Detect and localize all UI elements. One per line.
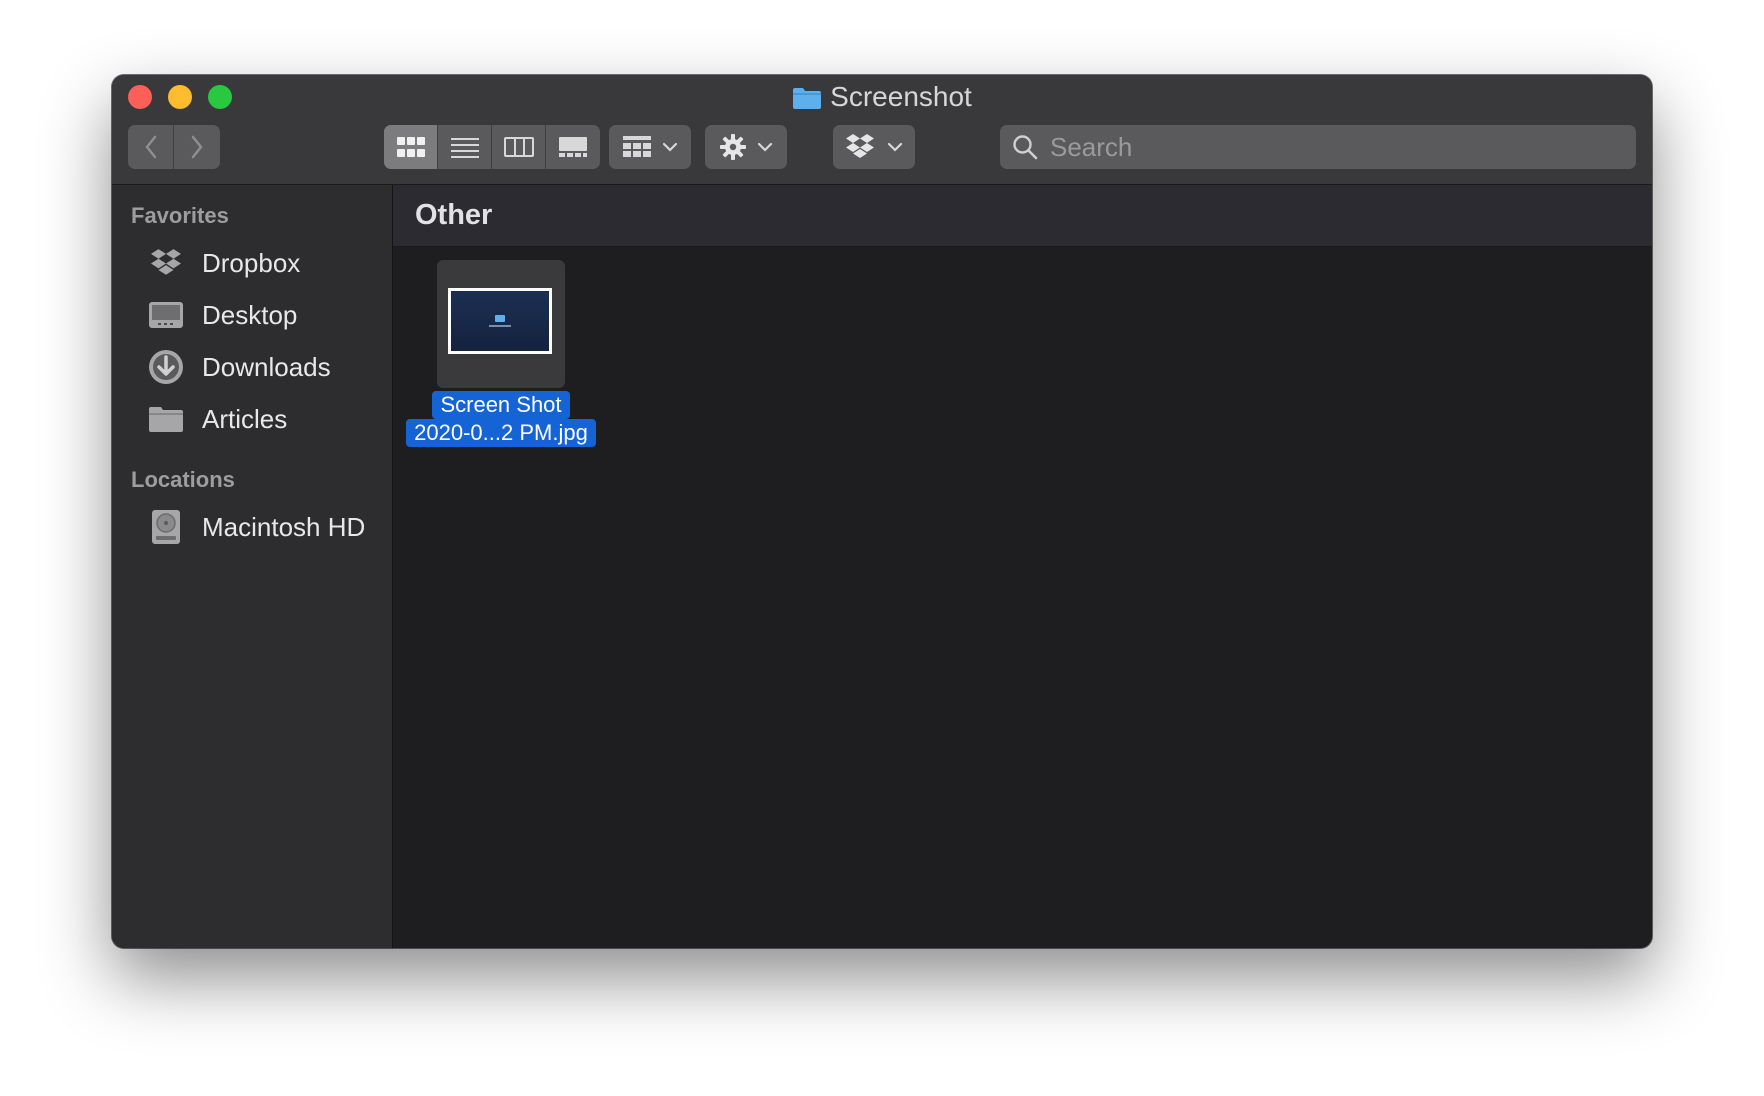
window-title-text: Screenshot: [830, 81, 972, 112]
gear-icon: [720, 134, 746, 160]
group-header: Other: [393, 185, 1652, 247]
file-name-line1: Screen Shot: [432, 391, 570, 419]
sidebar-heading-locations: Locations: [131, 467, 235, 492]
sidebar-item-label: Macintosh HD: [202, 511, 366, 542]
sidebar-item-articles[interactable]: Articles: [146, 399, 287, 439]
action-menu-button[interactable]: [705, 125, 787, 169]
file-browser: Other Screen Shot 2020-0...2 PM.jpg: [393, 185, 1652, 948]
sidebar: Favorites Dropbox Desktop Downloads Arti…: [112, 185, 393, 948]
dropbox-icon: [146, 243, 186, 283]
back-button[interactable]: [128, 125, 174, 169]
file-thumbnail[interactable]: [448, 288, 552, 354]
desktop-icon: [146, 295, 186, 335]
downloads-icon: [146, 347, 186, 387]
dropbox-icon: [846, 134, 874, 158]
sidebar-item-label: Dropbox: [202, 247, 301, 278]
column-view-icon: [503, 137, 534, 157]
dropbox-menu-button[interactable]: [833, 125, 915, 169]
folder-icon: [792, 85, 822, 117]
search-input[interactable]: [1048, 130, 1612, 164]
file-item[interactable]: Screen Shot 2020-0...2 PM.jpg: [403, 260, 599, 480]
sidebar-item-dropbox[interactable]: Dropbox: [146, 243, 300, 283]
search-field[interactable]: [1000, 125, 1636, 169]
sidebar-item-label: Downloads: [202, 351, 331, 382]
finder-window: Screenshot Search Favorites Dropbox Desk…: [112, 75, 1652, 948]
file-name-label[interactable]: Screen Shot 2020-0...2 PM.jpg: [403, 391, 599, 447]
hard-drive-icon: [146, 507, 186, 547]
folder-icon: [495, 315, 505, 322]
list-view-button[interactable]: [438, 125, 492, 169]
toolbar: Screenshot: [112, 75, 1652, 185]
sidebar-item-downloads[interactable]: Downloads: [146, 347, 331, 387]
window-title: Screenshot: [112, 81, 1652, 117]
column-view-button[interactable]: [492, 125, 546, 169]
file-name-line2: 2020-0...2 PM.jpg: [406, 419, 596, 447]
gallery-view-button[interactable]: [546, 125, 600, 169]
group-by-button[interactable]: [609, 125, 691, 169]
view-mode-control: [384, 125, 600, 169]
icon-view-button[interactable]: [384, 125, 438, 169]
list-view-icon: [450, 138, 479, 158]
sidebar-item-label: Articles: [202, 403, 288, 434]
icon-view-icon: [396, 137, 425, 157]
chevron-left-icon: [144, 135, 156, 159]
chevron-right-icon: [191, 135, 203, 159]
group-title: Other: [415, 199, 493, 231]
sidebar-heading-favorites: Favorites: [131, 203, 229, 228]
sidebar-item-label: Desktop: [202, 299, 298, 330]
chevron-down-icon: [757, 142, 773, 152]
chevron-down-icon: [887, 142, 903, 152]
folder-icon: [146, 399, 186, 439]
chevron-down-icon: [662, 142, 678, 152]
sidebar-item-desktop[interactable]: Desktop: [146, 295, 297, 335]
search-icon: [1013, 135, 1038, 160]
group-icon: [623, 136, 651, 157]
forward-button[interactable]: [174, 125, 220, 169]
gallery-view-icon: [559, 137, 587, 157]
sidebar-item-macintosh-hd[interactable]: Macintosh HD: [146, 507, 365, 547]
navigation-buttons: [128, 125, 220, 169]
